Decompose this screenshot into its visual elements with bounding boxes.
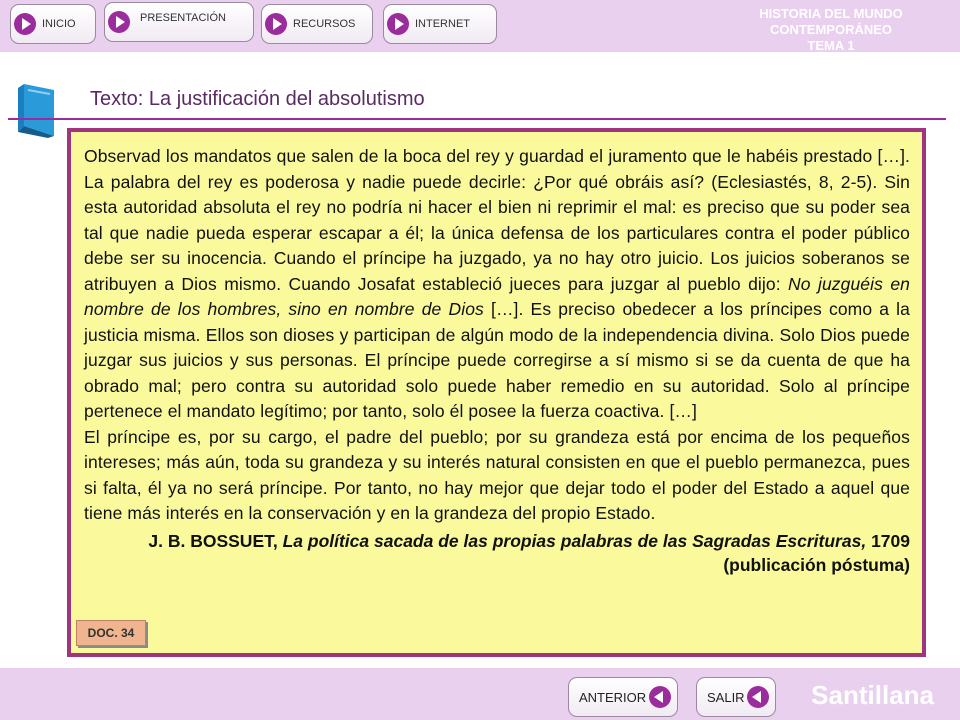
- back-arrow-icon: [649, 686, 671, 708]
- citation-author: J. B. BOSSUET,: [148, 530, 283, 551]
- salir-label: SALIR: [707, 689, 745, 705]
- nav-presentacion-button[interactable]: PRESENTACIÓN: [104, 2, 254, 42]
- play-icon: [387, 13, 409, 35]
- anterior-button[interactable]: ANTERIOR: [568, 677, 678, 717]
- nav-internet-button[interactable]: INTERNET: [383, 4, 497, 44]
- brand-logo: Santillana: [811, 680, 934, 710]
- course-heading: HISTORIA DEL MUNDO CONTEMPORÁNEO TEMA 1: [716, 6, 946, 54]
- back-arrow-icon: [747, 686, 769, 708]
- page-title: Texto: La justificación del absolutismo: [90, 88, 425, 110]
- nav-internet-label: INTERNET: [415, 18, 470, 30]
- document-box: Observad los mandatos que salen de la bo…: [67, 128, 926, 657]
- nav-presentacion-label: PRESENTACIÓN: [140, 12, 226, 24]
- play-icon: [265, 13, 287, 35]
- book-icon: [14, 82, 60, 138]
- play-icon: [14, 13, 36, 35]
- nav-recursos-button[interactable]: RECURSOS: [261, 4, 373, 44]
- title-divider: [8, 118, 946, 120]
- nav-inicio-button[interactable]: INICIO: [10, 4, 96, 44]
- salir-button[interactable]: SALIR: [696, 677, 776, 717]
- course-title: HISTORIA DEL MUNDO CONTEMPORÁNEO: [759, 6, 903, 37]
- nav-recursos-label: RECURSOS: [293, 18, 356, 30]
- anterior-label: ANTERIOR: [579, 689, 647, 705]
- nav-inicio-label: INICIO: [42, 18, 76, 30]
- citation-title: La política sacada de las propias palabr…: [282, 530, 867, 551]
- document-paragraph-2: El príncipe es, por su cargo, el padre d…: [84, 426, 910, 524]
- document-paragraph-1: Observad los mandatos que salen de la bo…: [84, 144, 910, 425]
- paragraph-1-text-a: Observad los mandatos que salen de la bo…: [84, 146, 910, 294]
- document-body: Observad los mandatos que salen de la bo…: [71, 132, 922, 653]
- course-unit: TEMA 1: [807, 38, 855, 53]
- play-icon: [108, 11, 130, 33]
- document-citation: J. B. BOSSUET, La política sacada de las…: [84, 529, 910, 577]
- document-badge: DOC. 34: [76, 620, 146, 646]
